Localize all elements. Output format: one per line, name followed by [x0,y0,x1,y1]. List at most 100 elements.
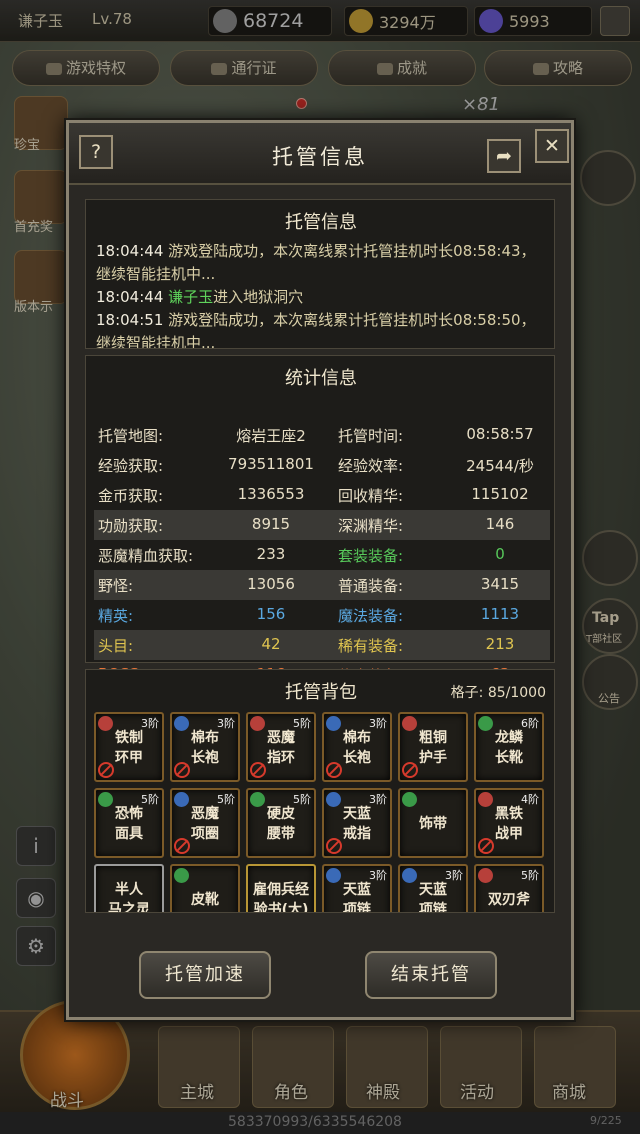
stats-row: 金币获取: 1336553 回收精华: 115102 [94,480,550,510]
bag-item-slot[interactable]: 5阶 硬皮 腰带 [246,788,316,858]
stat-value: 13056 [247,575,295,593]
auto-play-dialog: ? 托管信息 ➦ ✕ 托管信息 18:04:44 游戏登陆成功，本次离线累计托管… [66,120,574,1020]
stat-key: 深渊精华: [338,517,404,535]
stats-row: 野怪: 13056 普通装备: 3415 [94,570,550,600]
stats-row: 经验获取: 793511801 经验效率: 24544/秒 [94,450,550,480]
item-type-icon [402,792,417,807]
stat-key: 稀有装备: [338,637,404,655]
bag-item-slot[interactable]: 3阶 天蓝 项链 [322,864,392,913]
bag-item-slot[interactable]: 5阶双刃斧 [474,864,544,912]
stat-key: 金币获取: [98,487,164,505]
stat-value: 156 [256,605,286,623]
stats-row: 恶魔精血获取: 233 套装装备: 0 [94,540,550,570]
item-name: 硬皮 腰带 [267,806,295,842]
share-arrow-icon[interactable]: ➦ [487,139,521,173]
stats-panel-title: 统计信息 [285,368,357,389]
unusable-icon [326,838,342,854]
stat-key: 普通装备: [338,577,404,595]
stats-row: 托管地图: 熔岩王座2 托管时间: 08:58:57 [94,420,550,450]
stat-value: 115102 [471,485,529,503]
bag-item-slot[interactable]: 半人 马之灵 [94,864,164,913]
unusable-icon [326,762,342,778]
item-name: 龙鳞 长靴 [495,730,523,766]
log-time: 18:04:44 [96,242,164,260]
unusable-icon [98,762,114,778]
log-player-name: 谦子玉 [168,288,214,306]
stat-key: 托管地图: [98,427,164,445]
bag-item-slot[interactable]: 3阶 铁制 环甲 [94,712,164,782]
bag-item-slot[interactable]: 6阶 龙鳞 长靴 [474,712,544,782]
bag-item-slot[interactable]: 饰带 [398,788,468,858]
stat-value: 3415 [480,575,520,593]
log-list[interactable]: 18:04:44 游戏登陆成功，本次离线累计托管挂机时长08:58:43，继续智… [96,240,548,348]
item-name: 饰带 [419,816,447,832]
log-entry: 18:04:51 游戏登陆成功，本次离线累计托管挂机时长08:58:50，继续智… [96,309,548,348]
item-name: 皮靴 [191,892,219,908]
bag-slot-count: 格子: 85/1000 [450,685,546,701]
stats-row: 头目: 42 稀有装备: 213 [94,630,550,660]
log-panel: 托管信息 18:04:44 游戏登陆成功，本次离线累计托管挂机时长08:58:4… [85,199,555,349]
item-name: 半人 马之灵 [108,882,150,913]
stats-row: 精英: 156 魔法装备: 1113 [94,600,550,630]
speedup-button[interactable]: 托管加速 [139,951,271,999]
log-text: 进入地狱洞穴 [213,288,304,306]
bag-panel: 托管背包 格子: 85/1000 3阶 铁制 环甲 3阶 棉布 长袍 5阶 恶魔 指环 3阶… [85,669,555,913]
stat-value: 8915 [251,515,291,533]
stat-value: 熔岩王座2 [236,427,306,445]
bag-item-slot[interactable]: 5阶 恶魔 项圈 [170,788,240,858]
unusable-icon [402,762,418,778]
stat-key: 托管时间: [338,427,404,445]
item-type-icon [478,868,493,883]
item-name: 天蓝 项链 [419,882,447,913]
bag-item-slot[interactable]: 3阶 棉布 长袍 [170,712,240,782]
bag-item-slot[interactable]: 皮靴 [170,864,240,912]
stat-key: 野怪: [98,577,134,595]
log-entry: 18:04:44 游戏登陆成功，本次离线累计托管挂机时长08:58:43，继续智… [96,240,548,286]
stat-value: 1336553 [237,485,305,503]
stat-value: 42 [261,635,281,653]
item-tier: 5阶 [521,869,539,882]
bag-item-slot[interactable]: 5阶 恶魔 指环 [246,712,316,782]
bag-item-slot[interactable]: 4阶 黑铁 战甲 [474,788,544,858]
stat-key: 经验效率: [338,457,404,475]
item-name: 恐怖 面具 [115,806,143,842]
bag-item-slot[interactable]: 粗铜 护手 [398,712,468,782]
stat-key: 回收精华: [338,487,404,505]
bag-item-slot[interactable]: 3阶 棉布 长袍 [322,712,392,782]
unusable-icon [250,762,266,778]
bag-item-slot[interactable]: 5阶 恐怖 面具 [94,788,164,858]
log-time: 18:04:51 [96,311,164,329]
close-icon[interactable]: ✕ [535,129,569,163]
stat-value: 213 [485,635,515,653]
stats-panel: 统计信息 托管地图: 熔岩王座2 托管时间: 08:58:57 经验获取: 7935118… [85,355,555,685]
stat-value: 24544/秒 [466,457,534,475]
bag-item-slot[interactable]: 3阶 天蓝 项链 [398,864,468,913]
stat-value: 233 [256,545,286,563]
stat-key: 头目: [98,637,134,655]
stat-key: 魔法装备: [338,607,404,625]
log-entry: 18:04:44 谦子玉进入地狱洞穴 [96,286,548,309]
stat-value: 146 [485,515,515,533]
end-auto-play-button[interactable]: 结束托管 [365,951,497,999]
item-name: 天蓝 项链 [343,882,371,913]
item-name: 雇佣兵经 验书(大) [253,882,309,913]
stat-value: 08:58:57 [466,425,534,443]
stats-table: 托管地图: 熔岩王座2 托管时间: 08:58:57 经验获取: 793511801 经验效… [94,420,550,690]
stat-key: 经验获取: [98,457,164,475]
stat-key: 功勋获取: [98,517,164,535]
dialog-header: ? 托管信息 ➦ ✕ [69,123,571,185]
item-name: 双刃斧 [488,892,530,908]
unusable-icon [174,762,190,778]
stats-row: 功勋获取: 8915 深渊精华: 146 [94,510,550,540]
item-type-icon [174,868,189,883]
bag-item-slot[interactable]: 3阶 天蓝 戒指 [322,788,392,858]
stat-value: 793511801 [228,455,314,473]
stat-key: 恶魔精血获取: [98,547,194,565]
log-time: 18:04:44 [96,288,164,306]
log-panel-title: 托管信息 [285,212,357,233]
stat-value: 0 [495,545,505,563]
unusable-icon [478,838,494,854]
stat-key: 套装装备: [338,547,404,565]
bag-item-slot[interactable]: 雇佣兵经 验书(大) [246,864,316,913]
stat-value: 1113 [480,605,520,623]
